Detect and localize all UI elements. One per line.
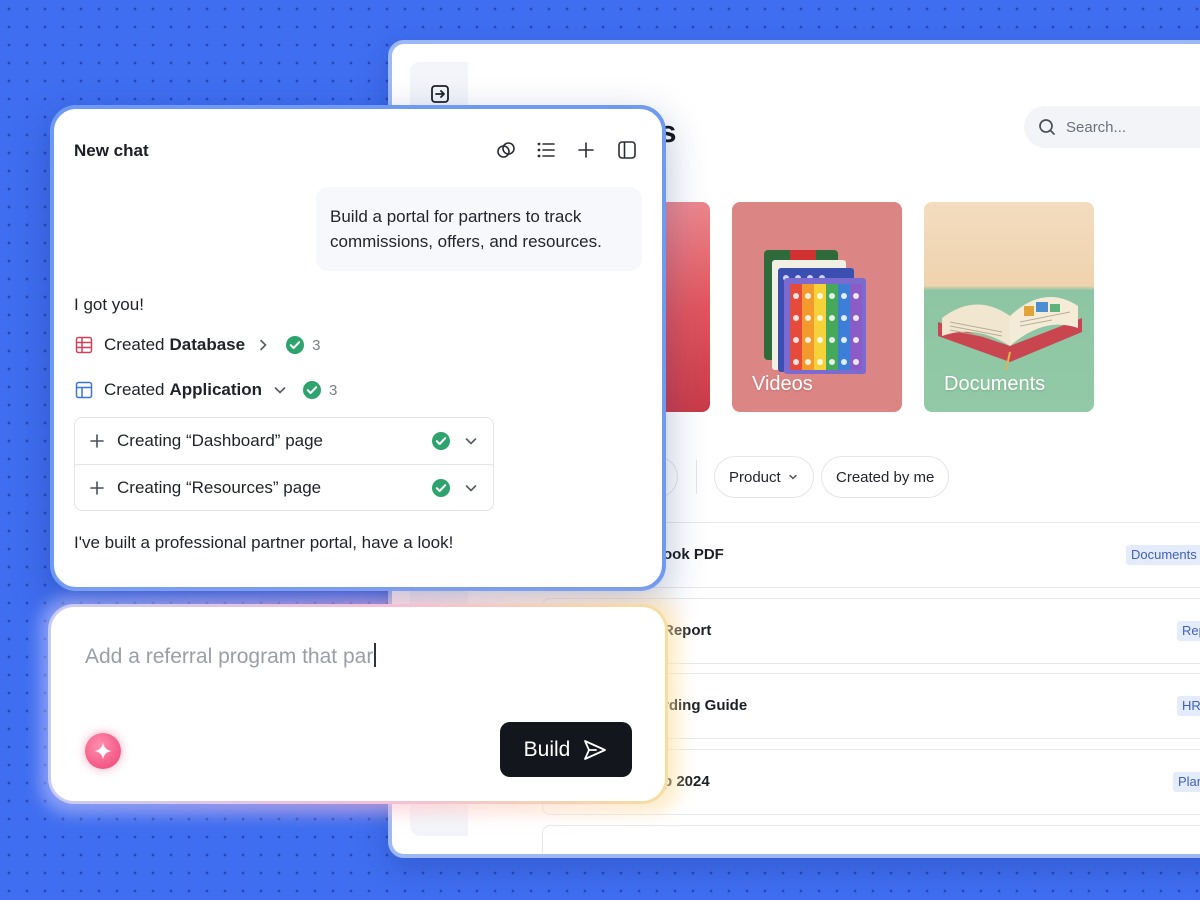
- row-tag: Plan: [1173, 772, 1200, 792]
- created-count: 3: [312, 336, 321, 354]
- prompt-draft: Add a referral program that par: [85, 645, 374, 668]
- check-circle-icon: [432, 478, 450, 497]
- expand-panel-icon[interactable]: [430, 84, 450, 104]
- task-label: Creating “Dashboard” page: [117, 431, 324, 450]
- user-message: Build a portal for partners to track com…: [316, 187, 642, 271]
- plus-icon: [90, 434, 104, 448]
- row-tag: Rep: [1177, 621, 1200, 641]
- text-caret: [374, 643, 376, 667]
- prompt-composer[interactable]: Add a referral program that par Build: [48, 604, 668, 804]
- created-prefix: Created: [104, 335, 165, 354]
- chat-title: New chat: [74, 141, 149, 160]
- table-row[interactable]: [542, 825, 1200, 854]
- link-icon[interactable]: [495, 139, 517, 161]
- chevron-down-icon[interactable]: [463, 433, 479, 449]
- chevron-down-icon: [274, 387, 286, 394]
- chevron-down-icon: [788, 474, 797, 480]
- row-name: ook PDF: [663, 546, 724, 563]
- card-label: Videos: [752, 373, 813, 395]
- send-icon: [584, 739, 607, 760]
- open-book-illustration: [938, 297, 1082, 371]
- filter-divider: [696, 460, 697, 494]
- check-circle-icon: [432, 432, 450, 450]
- task-item[interactable]: Creating “Resources” page: [75, 464, 493, 510]
- created-prefix: Created: [104, 380, 165, 399]
- filter-chip-created-by-me[interactable]: Created by me: [821, 456, 950, 498]
- created-database-item[interactable]: Created Database 3: [74, 335, 320, 355]
- search-placeholder: Search...: [1066, 118, 1127, 136]
- media-card-videos[interactable]: Videos: [732, 202, 902, 412]
- sparkle-glyph: [94, 742, 112, 760]
- task-item[interactable]: Creating “Dashboard” page: [75, 418, 493, 464]
- created-application-item[interactable]: Created Application 3: [74, 380, 337, 400]
- book-stack-illustration: [764, 250, 866, 374]
- filter-label: Created by me: [836, 468, 935, 486]
- row-tag: HR: [1177, 696, 1200, 716]
- list-icon[interactable]: [535, 139, 557, 161]
- chevron-down-icon[interactable]: [463, 480, 479, 496]
- check-circle-icon: [286, 336, 305, 354]
- task-label: Creating “Resources” page: [117, 477, 322, 497]
- prompt-input[interactable]: Add a referral program that par: [85, 643, 376, 669]
- build-button[interactable]: Build: [500, 722, 632, 777]
- card-label: Documents: [944, 373, 1046, 395]
- created-name: Application: [169, 380, 263, 399]
- sparkle-icon[interactable]: [85, 733, 121, 769]
- chat-panel: New chat Build a portal for partners to …: [50, 105, 666, 591]
- created-name: Database: [169, 335, 246, 354]
- media-card-documents[interactable]: Documents: [924, 202, 1094, 412]
- assistant-summary: I've built a professional partner portal…: [74, 533, 454, 552]
- plus-icon[interactable]: [575, 139, 597, 161]
- chevron-right-icon: [260, 339, 267, 351]
- search-icon: [1039, 119, 1055, 135]
- check-circle-icon: [303, 381, 322, 399]
- build-label: Build: [523, 737, 571, 761]
- sidebar-toggle-icon[interactable]: [616, 139, 638, 161]
- filter-label: Product: [729, 468, 781, 486]
- search-input[interactable]: Search...: [1024, 106, 1200, 148]
- task-list: Creating “Dashboard” page Creating “Reso…: [74, 417, 494, 511]
- filter-chip-product[interactable]: Product: [714, 456, 814, 498]
- assistant-intro: I got you!: [74, 295, 144, 314]
- plus-icon: [90, 480, 104, 495]
- layout-icon: [75, 381, 93, 399]
- created-count: 3: [329, 381, 338, 399]
- row-tag: Documents: [1126, 545, 1200, 565]
- table-icon: [75, 336, 93, 354]
